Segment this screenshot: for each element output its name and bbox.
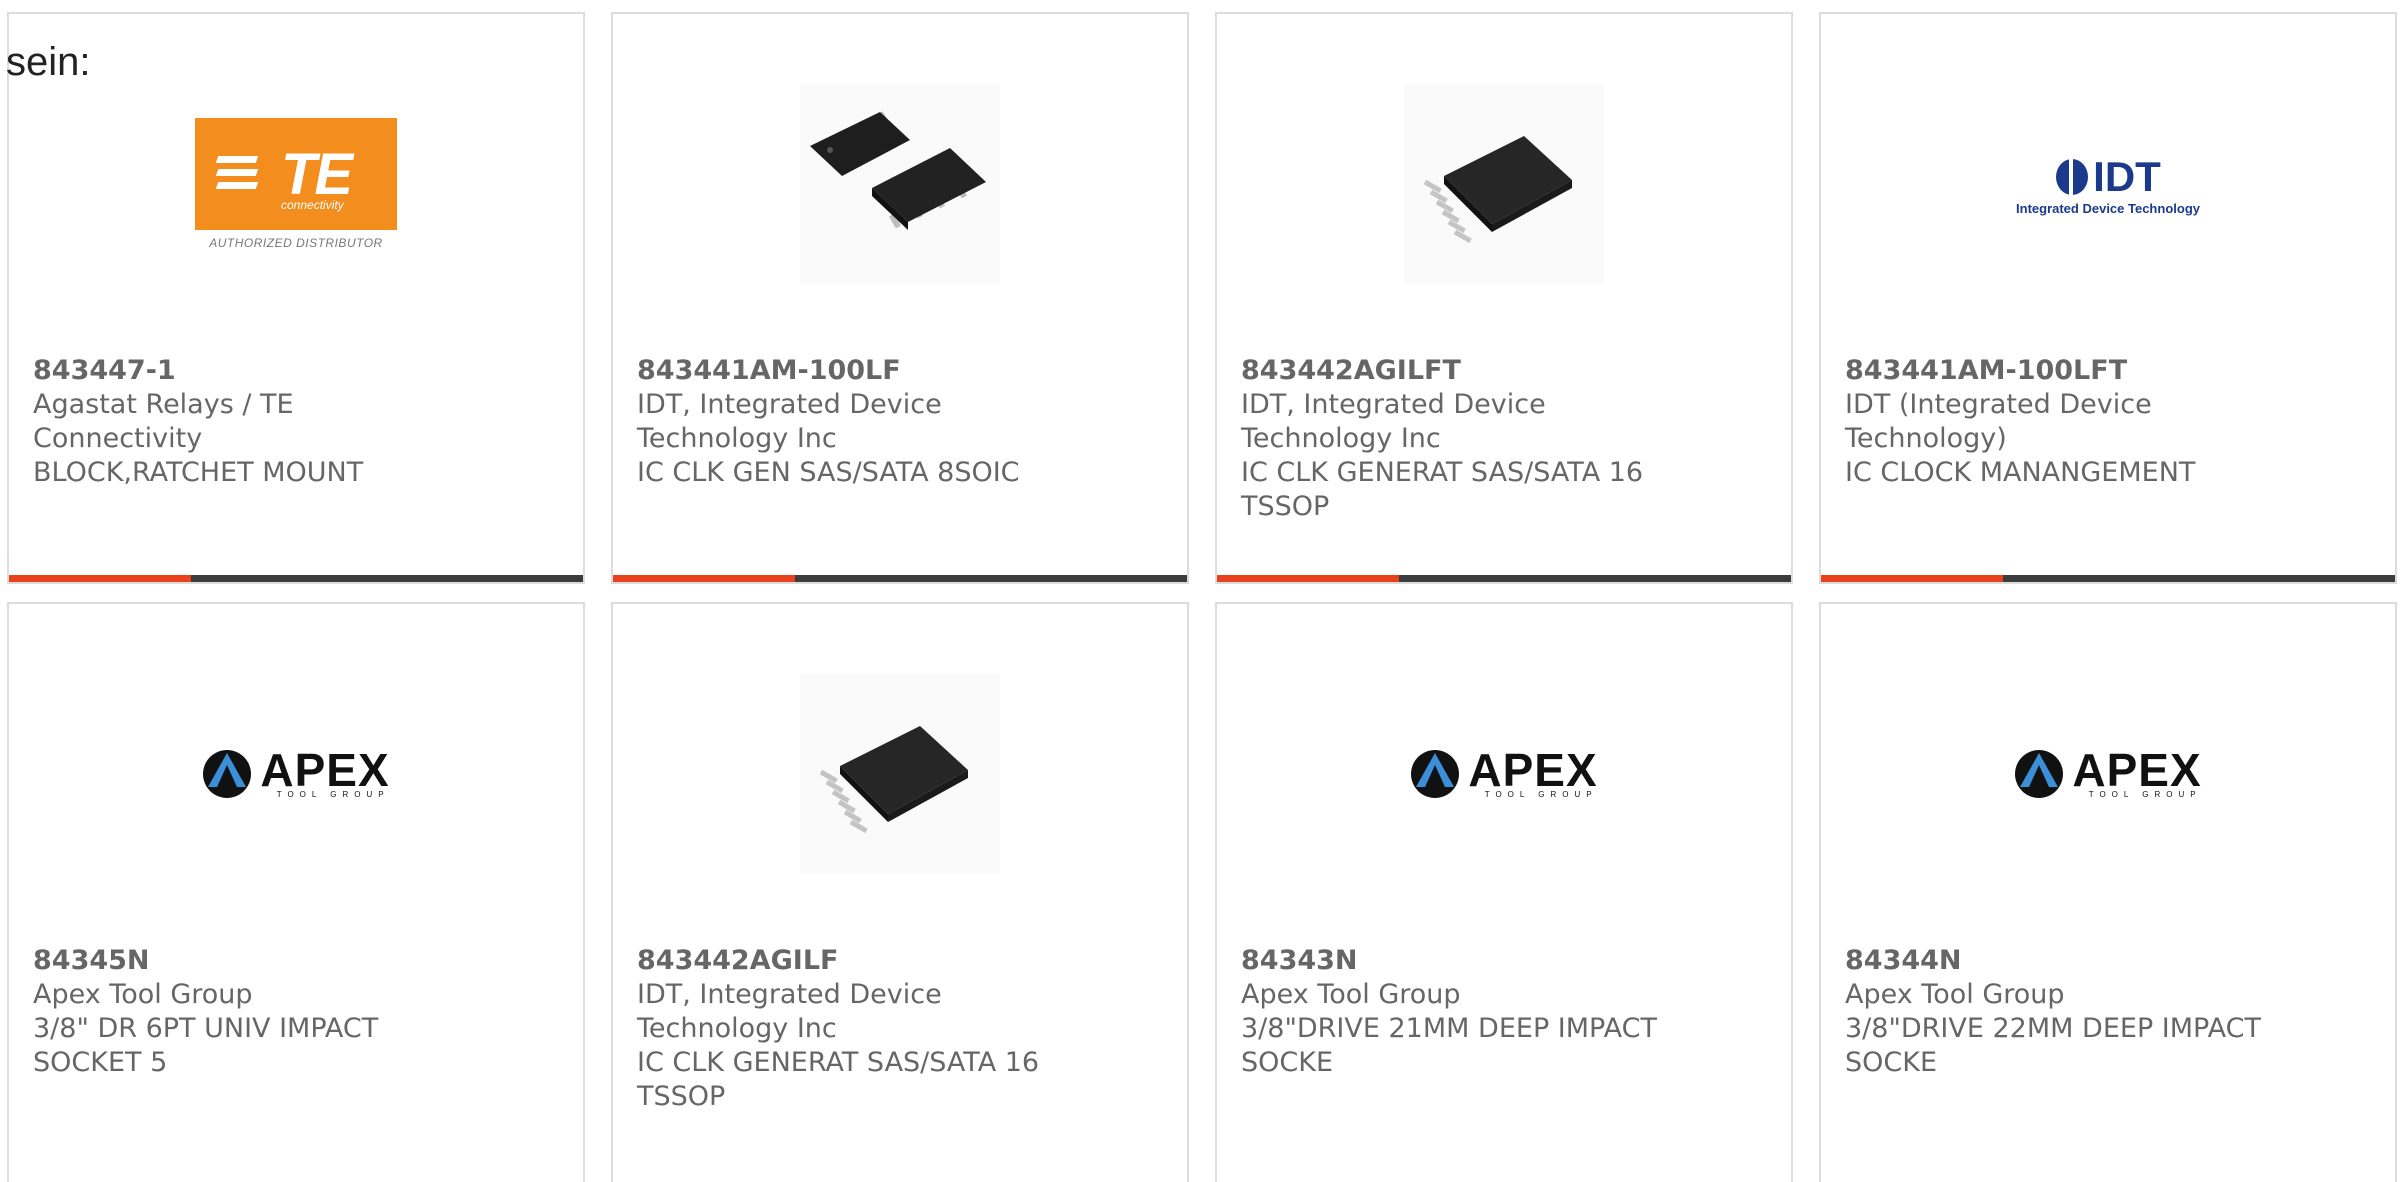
apex-logo: APEX TOOL GROUP [1404, 674, 1604, 874]
tssop-chip-image [800, 674, 1000, 874]
manufacturer: Agastat Relays / TE Connectivity [33, 389, 294, 454]
product-card[interactable]: TE connectivity AUTHORIZED DISTRIBUTOR 8… [7, 12, 585, 584]
manufacturer: IDT (Integrated Device Technology) [1845, 389, 2152, 454]
product-card[interactable]: APEX TOOL GROUP 84345N Apex Tool Group 3/… [7, 602, 585, 1182]
product-card[interactable]: IDT Integrated Device Technology 843441A… [1819, 12, 2397, 584]
card-bar [1217, 575, 1791, 582]
manufacturer: IDT, Integrated Device Technology Inc [637, 389, 942, 454]
manufacturer: Apex Tool Group [33, 979, 253, 1010]
part-number[interactable]: 843441AM-100LF [637, 354, 1067, 388]
description: IC CLK GEN SAS/SATA 8SOIC [637, 457, 1020, 488]
product-card[interactable]: APEX TOOL GROUP 84344N Apex Tool Group 3/… [1819, 602, 2397, 1182]
soic-chip-image [800, 84, 1000, 284]
product-card[interactable]: 843441AM-100LF IDT, Integrated Device Te… [611, 12, 1189, 584]
card-bar [9, 575, 583, 582]
product-card[interactable]: 843442AGILFT IDT, Integrated Device Tech… [1215, 12, 1793, 584]
te-connectivity-logo: TE connectivity AUTHORIZED DISTRIBUTOR [195, 84, 397, 284]
card-bar [613, 575, 1187, 582]
description: BLOCK,RATCHET MOUNT [33, 457, 364, 488]
tssop-chip-image [1404, 84, 1604, 284]
product-card[interactable]: APEX TOOL GROUP 84343N Apex Tool Group 3/… [1215, 602, 1793, 1182]
description: IC CLOCK MANANGEMENT [1845, 457, 2196, 488]
apex-logo: APEX TOOL GROUP [2008, 674, 2208, 874]
description: IC CLK GENERAT SAS/SATA 16 TSSOP [1241, 457, 1644, 522]
description: 3/8"DRIVE 22MM DEEP IMPACT SOCKE [1845, 1013, 2261, 1078]
description: IC CLK GENERAT SAS/SATA 16 TSSOP [637, 1047, 1040, 1112]
card-bar [1821, 575, 2395, 582]
part-number[interactable]: 843442AGILFT [1241, 354, 1671, 388]
description: 3/8"DRIVE 21MM DEEP IMPACT SOCKE [1241, 1013, 1657, 1078]
description: 3/8" DR 6PT UNIV IMPACT SOCKET 5 [33, 1013, 379, 1078]
apex-logo: APEX TOOL GROUP [196, 674, 396, 874]
manufacturer: IDT, Integrated Device Technology Inc [1241, 389, 1546, 454]
manufacturer: Apex Tool Group [1241, 979, 1461, 1010]
part-number[interactable]: 843442AGILF [637, 944, 1067, 978]
product-card[interactable]: 843442AGILF IDT, Integrated Device Techn… [611, 602, 1189, 1182]
part-number[interactable]: 84343N [1241, 944, 1671, 978]
part-number[interactable]: 843441AM-100LFT [1845, 354, 2275, 388]
manufacturer: Apex Tool Group [1845, 979, 2065, 1010]
part-number[interactable]: 843447-1 [33, 354, 463, 388]
part-number[interactable]: 84344N [1845, 944, 2275, 978]
lead-text: sein: [6, 40, 91, 84]
idt-logo: IDT Integrated Device Technology [2016, 152, 2200, 216]
manufacturer: IDT, Integrated Device Technology Inc [637, 979, 942, 1044]
part-number[interactable]: 84345N [33, 944, 463, 978]
